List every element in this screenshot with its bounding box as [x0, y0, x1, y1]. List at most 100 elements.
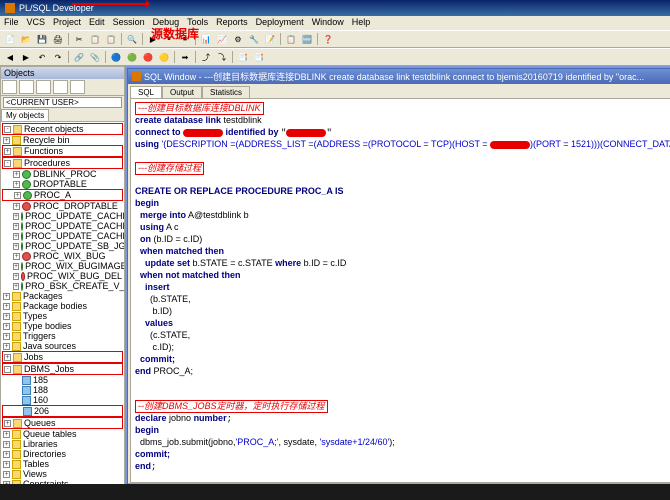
tree-item[interactable]: +Queue tables: [2, 429, 123, 439]
toolbar-button[interactable]: 📎: [88, 50, 102, 64]
tree-item[interactable]: -Procedures: [2, 157, 123, 169]
tree-item[interactable]: +Recycle bin: [2, 135, 123, 145]
tree-item[interactable]: +Directories: [2, 449, 123, 459]
tree-item[interactable]: +PROC_DROPTABLE: [2, 201, 123, 211]
toolbar-button[interactable]: 📝: [263, 32, 277, 46]
expand-icon[interactable]: +: [3, 441, 10, 448]
toolbar-button[interactable]: 📄: [3, 32, 17, 46]
tree-item[interactable]: +DROPTABLE: [2, 179, 123, 189]
toolbar-button[interactable]: ◀: [3, 50, 17, 64]
expand-icon[interactable]: +: [14, 192, 21, 199]
tree-item[interactable]: -DBMS_Jobs: [2, 363, 123, 375]
sql-code-editor[interactable]: ---创建目标数据库连接DBLINK create database link …: [130, 98, 670, 483]
tree-item[interactable]: +PROC_UPDATE_SB_JGD: [2, 241, 123, 251]
expand-icon[interactable]: +: [3, 471, 10, 478]
tree-item[interactable]: +PROC_UPDATE_CACHE_: [2, 221, 123, 231]
menu-vcs[interactable]: VCS: [27, 17, 46, 29]
tree-item[interactable]: +PRO_BSK_CREATE_V_YXK: [2, 281, 123, 291]
tree-item[interactable]: +DBLINK_PROC: [2, 169, 123, 179]
tree-item[interactable]: +PROC_WIX_BUGIMAGE: [2, 261, 123, 271]
tree-item[interactable]: +Tables: [2, 459, 123, 469]
toolbar-button[interactable]: ▶: [19, 50, 33, 64]
expand-icon[interactable]: +: [3, 431, 10, 438]
toolbar-button[interactable]: ➡: [178, 50, 192, 64]
object-tree[interactable]: -Recent objects+Recycle bin+Functions-Pr…: [1, 122, 124, 499]
toolbar-button[interactable]: 📋: [284, 32, 298, 46]
current-user-dropdown[interactable]: <CURRENT USER>: [3, 97, 122, 108]
toolbar-button[interactable]: 🔵: [109, 50, 123, 64]
tree-item[interactable]: +Packages: [2, 291, 123, 301]
expand-icon[interactable]: +: [13, 243, 19, 250]
tree-item[interactable]: +Type bodies: [2, 321, 123, 331]
menu-edit[interactable]: Edit: [89, 17, 105, 29]
tree-item[interactable]: +Triggers: [2, 331, 123, 341]
menu-help[interactable]: Help: [352, 17, 371, 29]
tree-item[interactable]: +PROC_UPDATE_CACHE_: [2, 231, 123, 241]
filter-button[interactable]: [19, 80, 34, 94]
tree-item[interactable]: +Types: [2, 311, 123, 321]
sql-tab-statistics[interactable]: Statistics: [202, 86, 250, 98]
toolbar-button[interactable]: 🆕: [300, 32, 314, 46]
menu-file[interactable]: File: [4, 17, 19, 29]
tree-item[interactable]: 188: [2, 385, 123, 395]
toolbar-button[interactable]: ↷: [51, 50, 65, 64]
tree-item[interactable]: +Views: [2, 469, 123, 479]
expand-icon[interactable]: +: [3, 333, 10, 340]
tree-item[interactable]: +Jobs: [2, 351, 123, 363]
toolbar-button[interactable]: ⚙: [231, 32, 245, 46]
expand-icon[interactable]: +: [13, 213, 19, 220]
collapse-icon[interactable]: -: [4, 126, 11, 133]
toolbar-button[interactable]: 🔗: [72, 50, 86, 64]
toolbar-button[interactable]: 🟢: [125, 50, 139, 64]
collapse-icon[interactable]: -: [4, 366, 11, 373]
expand-icon[interactable]: +: [13, 171, 20, 178]
toolbar-button[interactable]: ⤴: [199, 50, 213, 64]
expand-icon[interactable]: +: [13, 181, 20, 188]
tree-item[interactable]: 160: [2, 395, 123, 405]
menu-session[interactable]: Session: [113, 17, 145, 29]
tree-item[interactable]: 206: [2, 405, 123, 417]
expand-icon[interactable]: +: [13, 283, 19, 290]
toolbar-button[interactable]: 🔍: [125, 32, 139, 46]
menu-deployment[interactable]: Deployment: [256, 17, 304, 29]
toolbar-button[interactable]: ✂: [72, 32, 86, 46]
expand-icon[interactable]: +: [13, 263, 19, 270]
toolbar-button[interactable]: 📈: [215, 32, 229, 46]
tab-my-objects[interactable]: My objects: [1, 109, 49, 121]
expand-icon[interactable]: +: [4, 354, 11, 361]
tree-item[interactable]: +PROC_WIX_BUG_DEL: [2, 271, 123, 281]
toolbar-button[interactable]: 🖨: [51, 32, 65, 46]
expand-icon[interactable]: +: [3, 293, 10, 300]
tree-item[interactable]: +Functions: [2, 145, 123, 157]
tree-item[interactable]: +Package bodies: [2, 301, 123, 311]
expand-icon[interactable]: +: [3, 323, 10, 330]
toolbar-button[interactable]: 📋: [88, 32, 102, 46]
menu-window[interactable]: Window: [312, 17, 344, 29]
tree-item[interactable]: +Libraries: [2, 439, 123, 449]
toolbar-button[interactable]: 📑: [252, 50, 266, 64]
expand-icon[interactable]: +: [13, 203, 20, 210]
tree-item[interactable]: +PROC_WIX_BUG: [2, 251, 123, 261]
windows-taskbar[interactable]: [0, 484, 670, 500]
tree-item[interactable]: 185: [2, 375, 123, 385]
tree-item[interactable]: +Queues: [2, 417, 123, 429]
toolbar-button[interactable]: 🟡: [157, 50, 171, 64]
sql-tab-sql[interactable]: SQL: [130, 86, 162, 98]
menu-reports[interactable]: Reports: [216, 17, 248, 29]
expand-icon[interactable]: +: [3, 313, 10, 320]
toolbar-button[interactable]: 💾: [35, 32, 49, 46]
expand-icon[interactable]: +: [3, 137, 10, 144]
toolbar-button[interactable]: 📂: [19, 32, 33, 46]
toolbar-button[interactable]: ⤵: [215, 50, 229, 64]
filter-button[interactable]: [70, 80, 85, 94]
toolbar-button[interactable]: ↶: [35, 50, 49, 64]
tree-item[interactable]: +Java sources: [2, 341, 123, 351]
toolbar-button[interactable]: 🔴: [141, 50, 155, 64]
expand-icon[interactable]: +: [3, 461, 10, 468]
sql-window-titlebar[interactable]: SQL Window - ---创建目标数据库连接DBLINK create d…: [128, 69, 670, 84]
expand-icon[interactable]: +: [13, 233, 19, 240]
expand-icon[interactable]: +: [13, 223, 19, 230]
expand-icon[interactable]: +: [4, 420, 11, 427]
toolbar-button[interactable]: ❓: [321, 32, 335, 46]
tree-item[interactable]: +PROC_UPDATE_CACHE_: [2, 211, 123, 221]
